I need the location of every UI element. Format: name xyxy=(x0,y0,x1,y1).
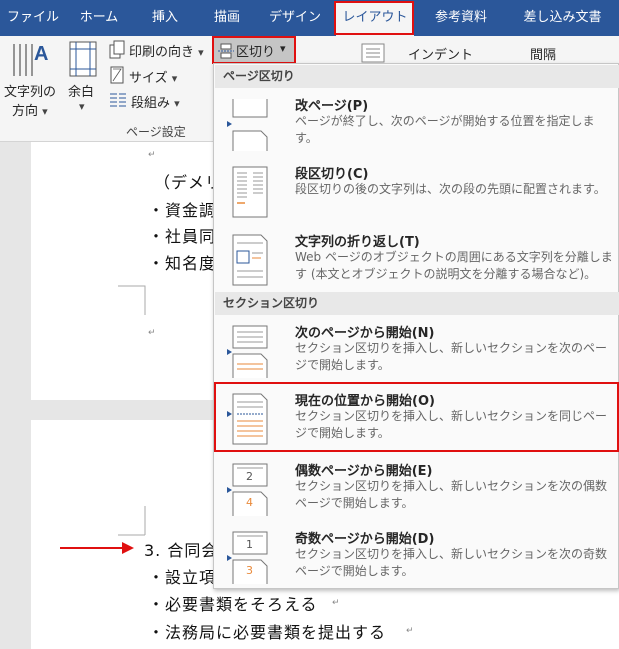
doc-line[interactable]: ・知名度 xyxy=(148,250,216,274)
odd-page-section-icon: 1 3 xyxy=(227,531,268,584)
paragraph-mark: ↵ xyxy=(148,328,156,338)
orientation-icon xyxy=(109,40,125,59)
size-icon xyxy=(110,66,124,84)
menu-item-title: 段区切り(C) xyxy=(295,167,369,182)
orientation-button[interactable]: 印刷の向き ▾ xyxy=(129,41,204,60)
page-break-icon xyxy=(227,99,268,151)
margins-label[interactable]: 余白 xyxy=(68,81,94,100)
section-breaks-header: セクション区切り xyxy=(215,292,619,315)
paragraph-mark: ↵ xyxy=(406,626,414,636)
menu-item-page-break[interactable]: 改ページ(P) ページが終了し、次のページが開始する位置を指定します。 xyxy=(215,89,619,155)
menu-item-desc: セクション区切りを挿入し、新しいセクションを同じページで開始します。 xyxy=(295,409,608,440)
text-direction-label2[interactable]: 方向 ▾ xyxy=(12,100,48,119)
doc-line[interactable]: ・必要書類をそろえる xyxy=(148,591,318,615)
menu-item-title: 次のページから開始(N) xyxy=(295,326,435,341)
red-arrow-icon xyxy=(60,542,134,554)
columns-icon xyxy=(110,93,126,107)
indent-label: インデント xyxy=(408,48,474,63)
chevron-down-icon: ▾ xyxy=(174,97,180,110)
paragraph-mark: ↵ xyxy=(148,150,156,160)
menu-item-title: 現在の位置から開始(O) xyxy=(295,394,435,409)
menu-item-title: 改ページ(P) xyxy=(295,99,369,114)
margins-icon[interactable] xyxy=(68,40,100,80)
menu-item-next-page[interactable]: 次のページから開始(N) セクション区切りを挿入し、新しいセクションを次のページ… xyxy=(215,316,619,382)
menu-item-title: 偶数ページから開始(E) xyxy=(295,464,433,479)
next-page-section-icon xyxy=(227,325,268,378)
menu-item-desc: Web ページのオブジェクトの周囲にある文字列を分離します (本文とオブジェクト… xyxy=(295,250,613,281)
text-direction-label2-text: 方向 xyxy=(12,104,39,119)
margin-corner-mark xyxy=(118,506,146,536)
menu-item-column-break[interactable]: 段区切り(C) 段区切りの後の文字列は、次の段の先頭に配置されます。 xyxy=(215,157,619,223)
doc-line[interactable]: 3. 合同会 xyxy=(144,537,218,561)
tab-draw[interactable]: 描画 xyxy=(198,0,256,36)
chevron-down-icon: ▾ xyxy=(42,105,48,118)
menu-item-desc: 段区切りの後の文字列は、次の段の先頭に配置されます。 xyxy=(295,182,606,196)
doc-line[interactable]: ・資金調 xyxy=(148,197,216,221)
menu-item-odd-page[interactable]: 1 3 奇数ページから開始(D) セクション区切りを挿入し、新しいセクションを次… xyxy=(215,522,619,588)
menu-item-continuous[interactable]: 現在の位置から開始(O) セクション区切りを挿入し、新しいセクションを同じページ… xyxy=(215,384,619,450)
menu-item-title: 奇数ページから開始(D) xyxy=(295,532,435,547)
breaks-icon xyxy=(218,43,234,59)
breaks-button[interactable]: 区切り ▾ xyxy=(214,38,294,62)
size-label: サイズ xyxy=(129,71,168,86)
text-wrapping-icon xyxy=(232,234,268,286)
tab-file[interactable]: ファイル xyxy=(0,0,66,36)
indent-icon xyxy=(361,43,385,63)
margin-corner-mark xyxy=(118,285,146,315)
chevron-down-icon: ▾ xyxy=(198,46,204,59)
menu-item-text-wrapping[interactable]: 文字列の折り返し(T) Web ページのオブジェクトの周囲にある文字列を分離しま… xyxy=(215,225,619,291)
columns-button[interactable]: 段組み ▾ xyxy=(131,92,180,111)
breaks-dropdown-menu: ページ区切り 改ページ(P) ページが終了し、次のページが開始する位置を指定しま… xyxy=(213,63,619,589)
spacing-label: 間隔 xyxy=(530,48,557,63)
tab-insert[interactable]: 挿入 xyxy=(132,0,198,36)
paragraph-mark: ↵ xyxy=(332,598,340,608)
menu-item-desc: セクション区切りを挿入し、新しいセクションを次の奇数ページで開始します。 xyxy=(295,547,608,578)
doc-line[interactable]: （デメリ xyxy=(154,169,222,193)
tab-design[interactable]: デザイン xyxy=(256,0,334,36)
menu-item-desc: セクション区切りを挿入し、新しいセクションを次のページで開始します。 xyxy=(295,341,608,372)
ribbon-tab-bar: ファイル ホーム 挿入 描画 デザイン レイアウト 参考資料 差し込み文書 xyxy=(0,0,619,36)
doc-line[interactable]: ・設立項 xyxy=(148,564,216,588)
odd-icon-number: 1 xyxy=(246,538,253,551)
tab-home[interactable]: ホーム xyxy=(66,0,132,36)
continuous-section-icon xyxy=(227,393,268,445)
odd-icon-number: 3 xyxy=(246,564,253,577)
columns-label: 段組み xyxy=(131,96,171,111)
doc-line[interactable]: ・法務局に必要書類を提出する xyxy=(148,619,386,643)
tab-references[interactable]: 参考資料 xyxy=(416,0,506,36)
doc-line[interactable]: ・社員同 xyxy=(148,223,216,247)
tab-mailings[interactable]: 差し込み文書 xyxy=(506,0,619,36)
text-direction-label[interactable]: 文字列の xyxy=(4,81,56,100)
text-direction-icon[interactable]: A xyxy=(10,38,54,82)
chevron-down-icon: ▾ xyxy=(280,42,286,55)
tab-layout[interactable]: レイアウト xyxy=(336,3,414,36)
breaks-label: 区切り xyxy=(236,45,276,60)
svg-text:A: A xyxy=(34,43,48,65)
menu-item-even-page[interactable]: 2 4 偶数ページから開始(E) セクション区切りを挿入し、新しいセクションを次… xyxy=(215,454,619,520)
even-page-section-icon: 2 4 xyxy=(227,463,268,516)
page-setup-group-label: ページ設定 xyxy=(126,125,186,139)
even-icon-number: 2 xyxy=(246,470,253,483)
chevron-down-icon: ▾ xyxy=(171,72,178,85)
even-icon-number: 4 xyxy=(246,496,253,509)
menu-item-desc: セクション区切りを挿入し、新しいセクションを次の偶数ページで開始します。 xyxy=(295,479,608,510)
column-break-icon xyxy=(232,166,268,218)
menu-item-title: 文字列の折り返し(T) xyxy=(295,235,420,250)
size-button[interactable]: サイズ ▾ xyxy=(129,67,177,86)
chevron-down-icon: ▾ xyxy=(79,100,85,113)
menu-item-desc: ページが終了し、次のページが開始する位置を指定します。 xyxy=(295,114,595,145)
page-breaks-header: ページ区切り xyxy=(215,65,619,88)
orientation-label: 印刷の向き xyxy=(129,45,195,60)
